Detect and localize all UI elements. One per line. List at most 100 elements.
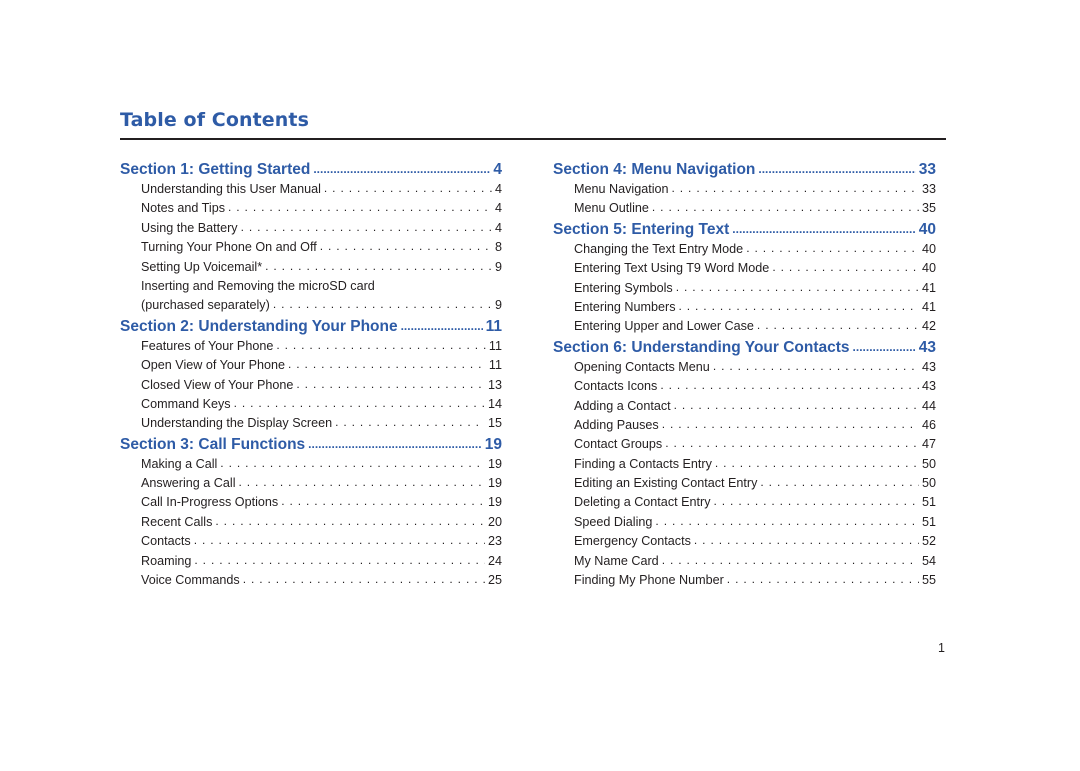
toc-left-column: Section 1: Getting Started4Understanding… [120,159,502,590]
page-ref: 33 [918,161,936,178]
page-ref: 50 [921,456,936,471]
entry-title: Closed View of Your Phone [141,377,294,392]
dot-leader [220,455,485,473]
dot-leader [228,199,492,217]
entry-title: Entering Symbols [574,280,673,295]
dot-leader [715,455,919,473]
dot-leader [335,414,485,432]
page-ref: 41 [921,280,936,295]
toc-entry-link[interactable]: Roaming 24 [120,552,502,571]
dot-leader [194,532,485,550]
entry-title: Entering Text Using T9 Word Mode [574,261,770,276]
toc-entry-link[interactable]: Setting Up Voicemail* 9 [120,258,502,277]
page-ref: 51 [921,495,936,510]
dot-leader [672,180,919,198]
page-number: 1 [938,641,945,655]
entry-title: Finding a Contacts Entry [574,456,712,471]
entry-title: Contacts Icons [574,379,658,394]
toc-entry-link[interactable]: Entering Upper and Lower Case 42 [553,317,936,336]
entry-title: Using the Battery [141,220,238,235]
entry-title: Call In-Progress Options [141,495,279,510]
page-ref: 20 [487,514,502,529]
toc-entry-link[interactable]: Understanding this User Manual 4 [120,180,502,199]
toc-section-link[interactable]: Section 4: Menu Navigation 33 [553,159,936,180]
entry-title: Notes and Tips [141,201,226,216]
toc-entry-link[interactable]: Deleting a Contact Entry 51 [553,493,936,512]
entry-title: My Name Card [574,553,659,568]
toc-entry-link[interactable]: Call In-Progress Options 19 [120,493,502,512]
toc-entry-link[interactable]: Menu Outline 35 [553,199,936,218]
toc-entry-link[interactable]: Entering Symbols 41 [553,279,936,298]
entry-title: Adding a Contact [574,398,671,413]
section-title: Section 5: Entering Text [553,220,730,238]
toc-entry-link[interactable]: Using the Battery 4 [120,219,502,238]
page-title: Table of Contents [120,109,309,131]
dot-leader [674,397,919,415]
toc-entry-link[interactable]: (purchased separately) 9 [120,296,502,315]
title-divider [120,138,946,140]
toc-section-link[interactable]: Section 5: Entering Text 40 [553,219,936,240]
dot-leader [215,513,485,531]
toc-entry-link[interactable]: Notes and Tips 4 [120,199,502,218]
toc-entry-link[interactable]: Closed View of Your Phone 13 [120,376,502,395]
dot-leader [662,552,919,570]
page-ref: 11 [485,317,502,335]
toc-entry-link[interactable]: Editing an Existing Contact Entry 50 [553,474,936,493]
toc-entry-link[interactable]: Speed Dialing 51 [553,513,936,532]
toc-entry-link[interactable]: Adding a Contact 44 [553,397,936,416]
toc-entry-link[interactable]: Adding Pauses 46 [553,416,936,435]
toc-entry-link[interactable]: Making a Call 19 [120,455,502,474]
page-ref: 4 [494,220,502,235]
toc-section-link[interactable]: Section 2: Understanding Your Phone 11 [120,316,502,337]
toc-entry-link[interactable]: Finding My Phone Number 55 [553,571,936,590]
toc-entry-link[interactable]: Contacts Icons 43 [553,377,936,396]
toc-entry-link[interactable]: Emergency Contacts 52 [553,532,936,551]
toc-entry-link[interactable]: Opening Contacts Menu 43 [553,358,936,377]
toc-section-link[interactable]: Section 3: Call Functions 19 [120,434,502,455]
entry-title: Changing the Text Entry Mode [574,241,744,256]
toc-entry-link[interactable]: Menu Navigation 33 [553,180,936,199]
page-ref: 15 [487,416,502,431]
toc-entry-link[interactable]: Turning Your Phone On and Off 8 [120,238,502,257]
dot-leader [732,219,915,240]
dot-leader [772,259,919,277]
toc-entry-link[interactable]: Answering a Call 19 [120,474,502,493]
dot-leader [234,395,485,413]
toc-entry-link[interactable]: Entering Numbers 41 [553,298,936,317]
page-ref: 47 [921,437,936,452]
dot-leader [401,316,483,337]
toc-entry-link[interactable]: Features of Your Phone 11 [120,337,502,356]
page-ref: 40 [918,220,936,238]
page-ref: 33 [921,182,936,196]
toc-entry-link[interactable]: Contact Groups 47 [553,435,936,454]
toc-section-link[interactable]: Section 6: Understanding Your Contacts 43 [553,337,936,358]
toc-entry-link[interactable]: Open View of Your Phone 11 [120,356,502,375]
toc-entry-link[interactable]: Changing the Text Entry Mode 40 [553,240,936,259]
toc-section-link[interactable]: Section 1: Getting Started 4 [120,159,502,180]
dot-leader [276,337,486,355]
section-title: Section 6: Understanding Your Contacts [553,338,850,356]
page-ref: 35 [921,201,936,216]
dot-leader [713,358,919,376]
dot-leader [265,258,492,276]
page-ref: 50 [921,476,936,491]
section-title: Section 2: Understanding Your Phone [120,317,398,335]
page-ref: 42 [921,319,936,334]
dot-leader [714,493,919,511]
toc-entry-link[interactable]: My Name Card 54 [553,552,936,571]
dot-leader [665,435,919,453]
toc-entry-link[interactable]: Recent Calls 20 [120,513,502,532]
dot-leader [758,159,915,180]
toc-entry-link[interactable]: Command Keys 14 [120,395,502,414]
toc-entry-link[interactable]: Entering Text Using T9 Word Mode 40 [553,259,936,278]
page-ref: 55 [921,573,936,588]
toc-entry-link[interactable]: Voice Commands 25 [120,571,502,590]
toc-entry-link[interactable]: Contacts 23 [120,532,502,551]
toc-entry-link[interactable]: Inserting and Removing the microSD card [120,277,502,296]
dot-leader [694,532,919,550]
dot-leader [241,219,492,237]
dot-leader [239,474,485,492]
toc-entry-link[interactable]: Finding a Contacts Entry 50 [553,455,936,474]
page-ref: 41 [921,299,936,314]
toc-entry-link[interactable]: Understanding the Display Screen 15 [120,414,502,433]
